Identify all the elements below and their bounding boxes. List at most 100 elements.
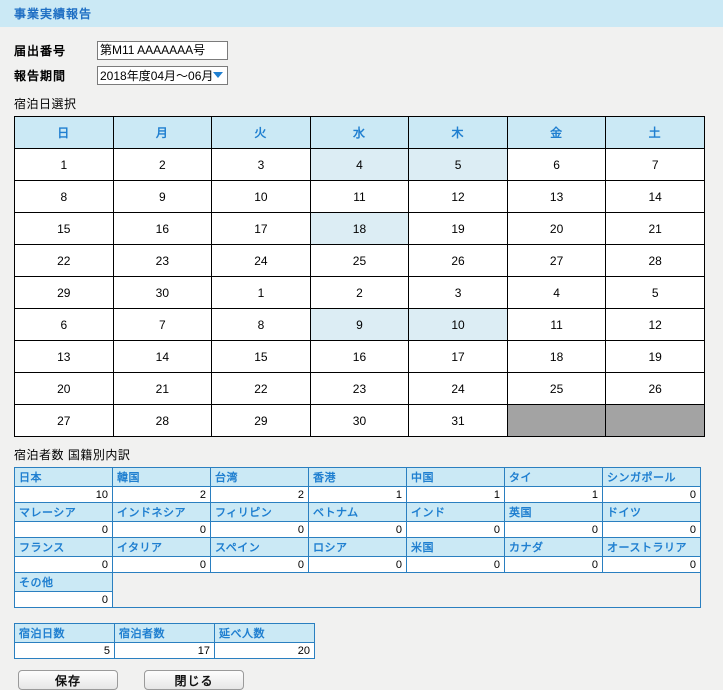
nationality-count-input[interactable]: 0 [308, 556, 407, 573]
calendar-day-cell[interactable]: 2 [112, 148, 213, 181]
calendar-day-cell[interactable]: 24 [408, 372, 508, 405]
calendar-day-cell[interactable]: 15 [211, 340, 311, 373]
calendar-day-cell[interactable]: 13 [14, 340, 114, 373]
calendar-day-cell[interactable]: 20 [14, 372, 114, 405]
calendar-day-cell-selected[interactable]: 5 [408, 148, 508, 181]
calendar-header-row: 日 月 火 水 木 金 土 [14, 116, 705, 149]
calendar-day-cell[interactable]: 7 [605, 148, 705, 181]
nationality-count-input[interactable]: 0 [112, 556, 211, 573]
calendar-day-cell[interactable]: 4 [506, 276, 607, 309]
calendar-day-cell[interactable]: 21 [605, 212, 705, 245]
nationality-count-input[interactable]: 0 [406, 521, 505, 538]
calendar-day-cell[interactable]: 27 [506, 244, 607, 277]
nationality-count-input[interactable]: 2 [210, 486, 309, 503]
calendar-day-cell[interactable]: 5 [605, 276, 705, 309]
nationality-count-input[interactable]: 0 [504, 556, 603, 573]
nationality-label: インドネシア [112, 502, 211, 522]
calendar-day-cell[interactable]: 9 [112, 180, 213, 213]
calendar-day-cell[interactable]: 20 [506, 212, 607, 245]
calendar-day-cell[interactable]: 29 [14, 276, 114, 309]
summary-value: 17 [114, 642, 215, 659]
calendar-day-cell-selected[interactable]: 4 [309, 148, 410, 181]
calendar-day-cell[interactable]: 29 [211, 404, 311, 437]
calendar-day-cell[interactable]: 25 [309, 244, 410, 277]
close-button[interactable]: 閉じる [144, 670, 244, 690]
calendar-day-cell[interactable]: 14 [112, 340, 213, 373]
calendar-day-cell-selected[interactable]: 9 [309, 308, 410, 341]
calendar-day-cell[interactable]: 3 [408, 276, 508, 309]
nationality-spacer [407, 573, 505, 592]
calendar-day-cell[interactable]: 22 [211, 372, 311, 405]
calendar-day-cell[interactable]: 6 [506, 148, 607, 181]
calendar-day-cell[interactable]: 15 [14, 212, 114, 245]
calendar-day-cell[interactable]: 13 [506, 180, 607, 213]
calendar-day-cell[interactable]: 8 [211, 308, 311, 341]
weekday-header-thu: 木 [408, 116, 508, 149]
calendar-day-cell[interactable]: 8 [14, 180, 114, 213]
nationality-count-input[interactable]: 0 [602, 486, 701, 503]
save-button[interactable]: 保存 [18, 670, 118, 690]
calendar-day-cell[interactable]: 28 [112, 404, 213, 437]
calendar-day-cell-selected[interactable]: 18 [309, 212, 410, 245]
summary-body: 宿泊日数 宿泊者数 延べ人数 5 17 20 [14, 623, 315, 659]
nationality-label: タイ [504, 467, 603, 487]
calendar-day-cell[interactable]: 18 [506, 340, 607, 373]
calendar-day-cell[interactable]: 23 [112, 244, 213, 277]
calendar-day-cell[interactable]: 12 [408, 180, 508, 213]
calendar-day-cell[interactable]: 11 [506, 308, 607, 341]
nationality-count-input[interactable]: 1 [308, 486, 407, 503]
nationality-count-input[interactable]: 0 [14, 591, 113, 608]
calendar-day-cell[interactable]: 6 [14, 308, 114, 341]
calendar-day-cell[interactable]: 19 [408, 212, 508, 245]
calendar-day-cell[interactable]: 1 [211, 276, 311, 309]
nationality-count-input[interactable]: 10 [14, 486, 113, 503]
calendar-day-cell[interactable]: 31 [408, 404, 508, 437]
nationality-count-input[interactable]: 0 [14, 521, 113, 538]
nationality-count-input[interactable]: 1 [406, 486, 505, 503]
calendar-day-cell[interactable]: 24 [211, 244, 311, 277]
nationality-caption: 宿泊者数 国籍別内訳 [14, 448, 131, 462]
calendar-day-cell[interactable]: 23 [309, 372, 410, 405]
nationality-count-input[interactable]: 0 [210, 556, 309, 573]
nationality-count-input[interactable]: 1 [504, 486, 603, 503]
summary-label: 宿泊日数 [14, 623, 115, 643]
nationality-count-input[interactable]: 0 [406, 556, 505, 573]
nationality-body: 日本 韓国 台湾 香港 中国 タイ シンガポール 10 2 2 1 1 1 0 マレーシア インドネシア フィリ… [14, 467, 701, 608]
calendar-day-cell[interactable]: 12 [605, 308, 705, 341]
calendar-day-cell[interactable]: 11 [309, 180, 410, 213]
calendar-day-cell[interactable]: 25 [506, 372, 607, 405]
calendar-day-cell[interactable]: 1 [14, 148, 114, 181]
calendar-day-cell[interactable]: 22 [14, 244, 114, 277]
nationality-label: ベトナム [308, 502, 407, 522]
calendar-day-cell[interactable]: 2 [309, 276, 410, 309]
nationality-count-input[interactable]: 2 [112, 486, 211, 503]
calendar-day-cell[interactable]: 14 [605, 180, 705, 213]
calendar-day-cell[interactable]: 21 [112, 372, 213, 405]
nationality-count-input[interactable]: 0 [602, 556, 701, 573]
nationality-count-input[interactable]: 0 [112, 521, 211, 538]
nationality-count-input[interactable]: 0 [210, 521, 309, 538]
calendar-day-cell-selected[interactable]: 10 [408, 308, 508, 341]
nationality-count-input[interactable]: 0 [308, 521, 407, 538]
nationality-count-input[interactable]: 0 [504, 521, 603, 538]
calendar-day-cell[interactable]: 19 [605, 340, 705, 373]
calendar-day-cell[interactable]: 30 [112, 276, 213, 309]
calendar-day-cell[interactable]: 17 [211, 212, 311, 245]
nationality-spacer [505, 592, 603, 608]
notification-number-input[interactable] [97, 40, 228, 60]
report-period-select[interactable]: 2018年度04月～06月 [97, 65, 228, 85]
calendar-day-cell[interactable]: 3 [211, 148, 311, 181]
calendar-day-cell[interactable]: 7 [112, 308, 213, 341]
calendar-day-cell[interactable]: 26 [408, 244, 508, 277]
calendar-day-cell[interactable]: 17 [408, 340, 508, 373]
calendar-day-cell[interactable]: 16 [309, 340, 410, 373]
calendar-day-cell[interactable]: 10 [211, 180, 311, 213]
nationality-count-input[interactable]: 0 [602, 521, 701, 538]
calendar-day-cell[interactable]: 30 [309, 404, 410, 437]
calendar-day-cell[interactable]: 28 [605, 244, 705, 277]
nationality-label: オーストラリア [602, 537, 701, 557]
calendar-day-cell[interactable]: 16 [112, 212, 213, 245]
calendar-day-cell[interactable]: 26 [605, 372, 705, 405]
nationality-count-input[interactable]: 0 [14, 556, 113, 573]
calendar-day-cell[interactable]: 27 [14, 404, 114, 437]
